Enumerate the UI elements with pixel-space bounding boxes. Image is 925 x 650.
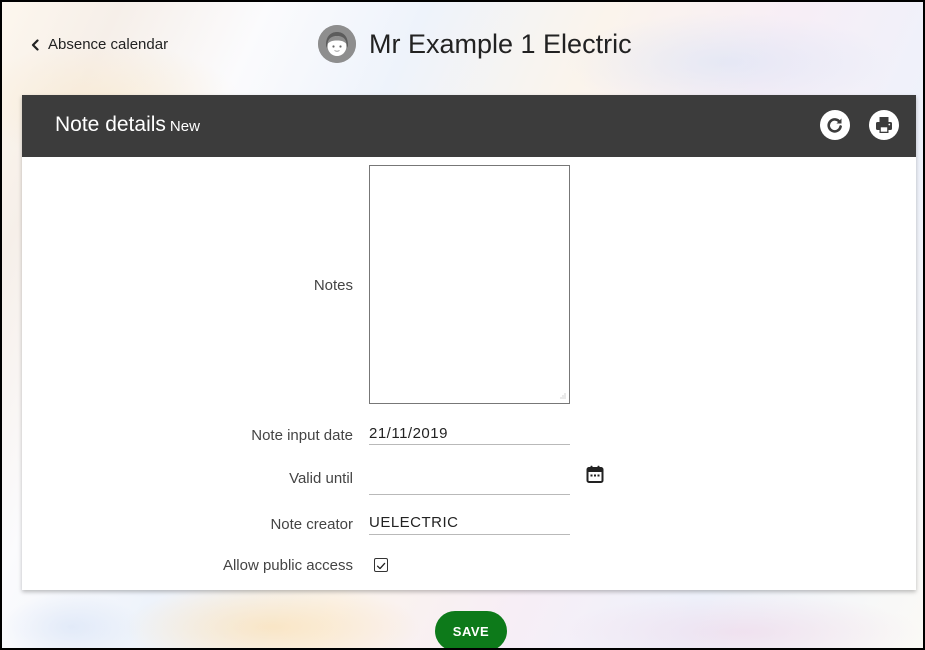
back-link-label: Absence calendar xyxy=(48,36,169,53)
person-avatar-icon xyxy=(318,25,356,63)
background-decoration xyxy=(2,592,142,648)
note-creator-field[interactable]: UELECTRIC xyxy=(369,514,570,535)
print-button[interactable] xyxy=(869,110,899,140)
notes-textarea[interactable] xyxy=(369,165,570,404)
valid-until-label: Valid until xyxy=(289,470,353,487)
print-icon xyxy=(876,117,892,133)
card-subtitle: New xyxy=(169,118,200,135)
calendar-button[interactable] xyxy=(585,464,605,484)
app-frame: Absence calendar Mr Example 1 Electric N… xyxy=(0,0,925,650)
checkbox-checked-icon xyxy=(376,562,386,570)
note-input-date-field[interactable]: 21/11/2019 xyxy=(369,425,570,445)
refresh-icon xyxy=(827,118,842,133)
save-button[interactable]: SAVE xyxy=(435,611,507,648)
resize-grip-icon[interactable] xyxy=(559,393,566,400)
notes-label: Notes xyxy=(313,277,353,294)
refresh-button[interactable] xyxy=(820,110,850,140)
card-header: Note details New xyxy=(22,95,916,157)
valid-until-field[interactable] xyxy=(369,468,570,495)
card-title-text: Note details xyxy=(55,113,166,136)
card-title: Note details New xyxy=(55,113,200,137)
background-decoration xyxy=(562,592,922,648)
page-title: Mr Example 1 Electric xyxy=(369,29,632,59)
calendar-icon xyxy=(586,465,604,483)
chevron-left-icon xyxy=(31,38,39,51)
note-input-date-label: Note input date xyxy=(251,427,353,444)
background-decoration xyxy=(122,582,422,648)
note-creator-label: Note creator xyxy=(270,516,353,533)
allow-public-access-checkbox[interactable] xyxy=(374,558,388,572)
note-details-card: Note details New Notes Note input date 2… xyxy=(22,95,916,590)
allow-public-access-label: Allow public access xyxy=(222,557,353,574)
back-link[interactable]: Absence calendar xyxy=(30,36,168,53)
